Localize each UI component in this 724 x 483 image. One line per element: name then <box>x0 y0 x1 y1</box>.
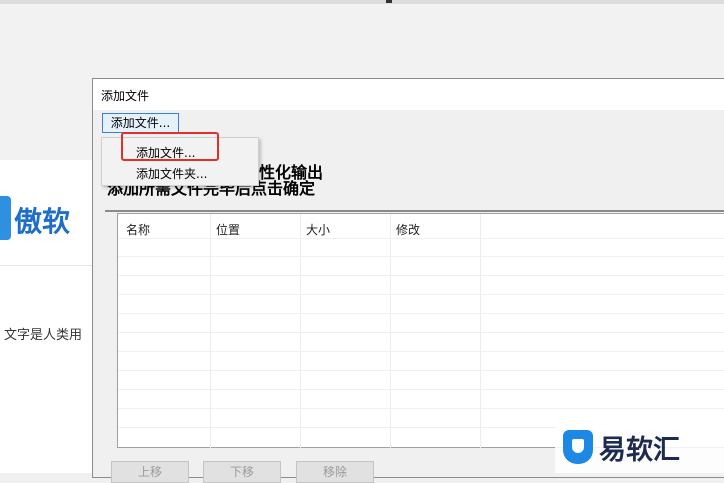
watermark-text: 易软汇 <box>599 435 680 466</box>
column-header-size[interactable]: 大小 <box>306 221 330 238</box>
move-down-button[interactable]: 下移 <box>203 461 281 483</box>
top-edge-marker <box>386 0 392 3</box>
menu-item-add-folder[interactable]: 添加文件夹... <box>136 165 207 182</box>
column-header-modified[interactable]: 修改 <box>396 221 420 238</box>
dialog-title: 添加文件 <box>101 89 150 103</box>
dialog-titlebar <box>93 79 724 110</box>
row-divider <box>118 351 724 352</box>
brand-name: 傲软 <box>14 205 71 238</box>
top-edge-bar <box>0 0 724 4</box>
watermark: 易软汇 <box>555 420 724 473</box>
brand-logo-icon <box>0 196 11 240</box>
column-header-name[interactable]: 名称 <box>126 221 150 238</box>
add-file-dropdown-button[interactable]: 添加文件... <box>102 113 179 133</box>
highlight-box <box>121 132 219 161</box>
row-divider <box>118 313 724 314</box>
row-divider <box>118 294 724 295</box>
row-divider <box>118 389 724 390</box>
watermark-logo-inner <box>572 439 584 453</box>
move-up-button[interactable]: 上移 <box>111 461 189 483</box>
background-body-text: 文字是人类用 <box>4 328 83 343</box>
row-divider <box>118 408 724 409</box>
watermark-logo-icon <box>563 430 593 464</box>
row-divider <box>118 256 724 257</box>
column-header-location[interactable]: 位置 <box>216 221 240 238</box>
file-list-table[interactable]: 名称 位置 大小 修改 <box>117 213 724 449</box>
remove-button[interactable]: 移除 <box>296 461 374 483</box>
row-divider <box>118 275 724 276</box>
separator-line <box>105 210 724 212</box>
header-row-divider <box>118 238 724 239</box>
background-divider <box>0 265 95 266</box>
row-divider <box>118 332 724 333</box>
row-divider <box>118 370 724 371</box>
